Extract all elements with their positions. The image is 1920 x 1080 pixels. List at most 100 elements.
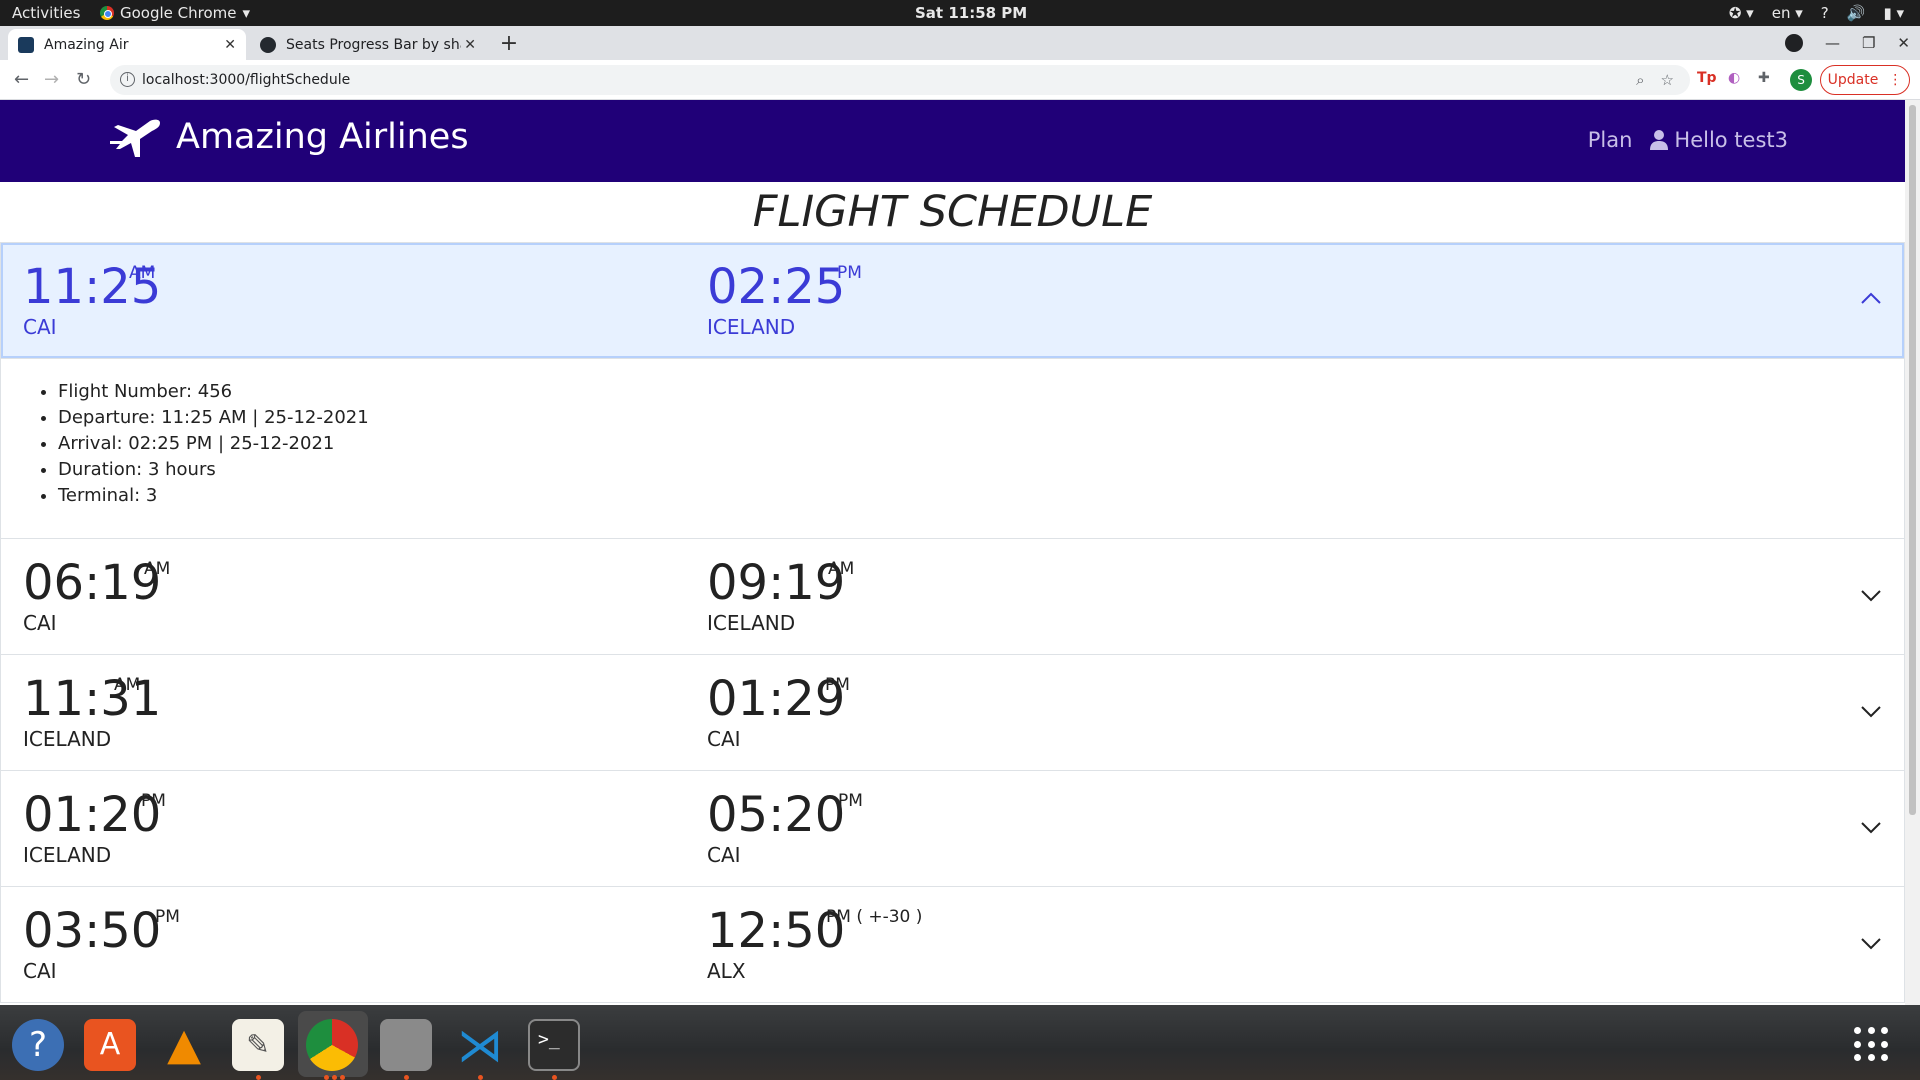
flight-header[interactable]: 11:31 AM ICELAND 01:29 PM CAI xyxy=(1,655,1904,770)
arrival-city: CAI xyxy=(707,727,741,751)
nav-user-link[interactable]: Hello test3 xyxy=(1650,128,1788,152)
profile-avatar[interactable]: S xyxy=(1790,69,1812,91)
chevron-down-icon[interactable] xyxy=(1860,932,1882,954)
arrival-time: 09:19 xyxy=(707,555,846,611)
help-icon[interactable]: ? xyxy=(12,1019,64,1071)
brand-link[interactable]: Amazing Airlines xyxy=(106,117,469,157)
detail-duration: Duration: 3 hours xyxy=(58,457,1904,483)
close-tab-icon[interactable]: ✕ xyxy=(224,37,236,53)
github-favicon-icon xyxy=(260,36,276,53)
close-tab-icon[interactable]: ✕ xyxy=(464,37,476,53)
terminal-icon[interactable]: >_ xyxy=(528,1019,580,1071)
zoom-icon[interactable]: ⌕ xyxy=(1636,71,1644,89)
new-tab-button[interactable]: + xyxy=(496,32,522,58)
vscode-icon[interactable]: ⋊ xyxy=(454,1019,506,1071)
flight-header[interactable]: 01:20 PM ICELAND 05:20 PM CAI xyxy=(1,771,1904,886)
departure-city: CAI xyxy=(23,611,57,635)
clock[interactable]: Sat 11:58 PM xyxy=(915,4,1027,22)
extension-tp-icon[interactable]: Tp xyxy=(1697,70,1717,86)
extensions-puzzle-icon[interactable]: ✚ xyxy=(1758,70,1770,86)
running-indicator xyxy=(332,1075,337,1080)
language-indicator[interactable]: en ▾ xyxy=(1772,4,1803,22)
user-icon xyxy=(1650,130,1669,150)
flight-header[interactable]: 11:25 AM CAI 02:25 PM ICELAND xyxy=(1,243,1904,358)
departure-city: ICELAND xyxy=(23,843,112,867)
tab-search-icon[interactable] xyxy=(1784,34,1803,52)
show-applications-icon[interactable] xyxy=(1854,1027,1890,1063)
update-label: Update xyxy=(1827,72,1879,88)
activities-button[interactable]: Activities xyxy=(12,4,80,22)
nav-links: Plan Hello test3 xyxy=(1588,128,1788,152)
app-menu[interactable]: Google Chrome ▾ xyxy=(100,4,250,22)
arrival-ampm: PM xyxy=(838,791,863,811)
update-button[interactable]: Update ⋮ xyxy=(1820,65,1910,95)
site-info-icon[interactable]: i xyxy=(120,72,135,87)
reload-icon[interactable]: ↻ xyxy=(76,69,91,90)
flight-header[interactable]: 06:19 AM CAI 09:19 AM ICELAND xyxy=(1,539,1904,654)
running-indicator xyxy=(404,1075,409,1080)
back-icon[interactable]: ← xyxy=(14,69,29,90)
departure-ampm: PM xyxy=(155,907,180,927)
flight-header[interactable]: 03:50 PM CAI 12:50 PM ( +-30 ) ALX xyxy=(1,887,1904,1002)
departure-time: 03:50 xyxy=(23,903,162,959)
departure-ampm: AM xyxy=(144,559,171,579)
battery-icon[interactable]: ▮ ▾ xyxy=(1883,4,1904,22)
scrollbar-thumb[interactable] xyxy=(1909,105,1916,815)
accessibility-icon[interactable]: ✪ ▾ xyxy=(1729,4,1754,22)
files-icon[interactable] xyxy=(380,1019,432,1071)
departure-city: CAI xyxy=(23,315,57,339)
flight-item: 11:25 AM CAI 02:25 PM ICELAND Flight Num… xyxy=(0,242,1905,539)
arrival-time: 12:50 xyxy=(707,903,846,959)
chevron-up-icon[interactable] xyxy=(1860,288,1882,310)
nav-plan-link[interactable]: Plan xyxy=(1588,128,1633,152)
departure-time: 11:31 xyxy=(23,671,162,727)
airplane-icon xyxy=(110,119,160,157)
arrival-time: 02:25 xyxy=(707,259,846,315)
chevron-down-icon[interactable] xyxy=(1860,700,1882,722)
page-scrollbar[interactable] xyxy=(1905,100,1920,1005)
close-window-icon[interactable]: ✕ xyxy=(1897,34,1910,52)
minimize-icon[interactable]: — xyxy=(1825,34,1840,52)
running-indicator xyxy=(256,1075,261,1080)
forward-icon[interactable]: → xyxy=(44,69,59,90)
text-editor-icon[interactable]: ✎ xyxy=(232,1019,284,1071)
detail-departure: Departure: 11:25 AM | 25-12-2021 xyxy=(58,405,1904,431)
chevron-down-icon[interactable] xyxy=(1860,584,1882,606)
flight-item: 01:20 PM ICELAND 05:20 PM CAI xyxy=(0,771,1905,887)
tab-seats-progress-bar[interactable]: Seats Progress Bar by sha ✕ xyxy=(250,29,486,60)
departure-ampm: AM xyxy=(114,675,141,695)
extension-circle-icon[interactable]: ◐ xyxy=(1728,70,1740,86)
chrome-icon xyxy=(100,6,114,20)
app-menu-label: Google Chrome xyxy=(120,4,237,22)
url-text: localhost:3000/flightSchedule xyxy=(142,72,351,88)
chevron-down-icon[interactable] xyxy=(1860,816,1882,838)
bookmark-star-icon[interactable]: ☆ xyxy=(1661,71,1674,89)
flight-item: 06:19 AM CAI 09:19 AM ICELAND xyxy=(0,539,1905,655)
running-indicator xyxy=(552,1075,557,1080)
arrival-ampm: AM xyxy=(828,559,855,579)
restore-icon[interactable]: ❐ xyxy=(1862,34,1875,52)
tab-title: Seats Progress Bar by sha xyxy=(286,36,461,53)
arrival-city: ICELAND xyxy=(707,611,796,635)
departure-ampm: AM xyxy=(129,263,156,283)
address-bar[interactable]: i localhost:3000/flightSchedule ⌕ ☆ xyxy=(110,65,1690,95)
flight-accordion: 11:25 AM CAI 02:25 PM ICELAND Flight Num… xyxy=(0,242,1905,1003)
departure-time: 06:19 xyxy=(23,555,162,611)
arrival-time: 05:20 xyxy=(707,787,846,843)
departure-city: ICELAND xyxy=(23,727,112,751)
vlc-icon[interactable]: ▲ xyxy=(158,1019,210,1071)
detail-flight-number: Flight Number: 456 xyxy=(58,379,1904,405)
system-top-bar: Activities Google Chrome ▾ Sat 11:58 PM … xyxy=(0,0,1920,26)
caret-down-icon: ▾ xyxy=(242,4,251,22)
volume-icon[interactable]: 🔊 xyxy=(1847,4,1866,22)
arrival-ampm: PM xyxy=(837,263,862,283)
software-center-icon[interactable]: A xyxy=(84,1019,136,1071)
arrival-city: ALX xyxy=(707,959,746,983)
flight-item: 11:31 AM ICELAND 01:29 PM CAI xyxy=(0,655,1905,771)
tab-amazing-air[interactable]: Amazing Air ✕ xyxy=(8,29,246,60)
help-icon[interactable]: ? xyxy=(1821,4,1829,22)
dock: ? A ▲ ✎ ⋊ >_ xyxy=(0,1005,1920,1080)
chrome-icon[interactable] xyxy=(306,1019,358,1071)
brand-name: Amazing Airlines xyxy=(176,117,469,157)
page-viewport: Amazing Airlines Plan Hello test3 FLIGHT… xyxy=(0,100,1920,1005)
